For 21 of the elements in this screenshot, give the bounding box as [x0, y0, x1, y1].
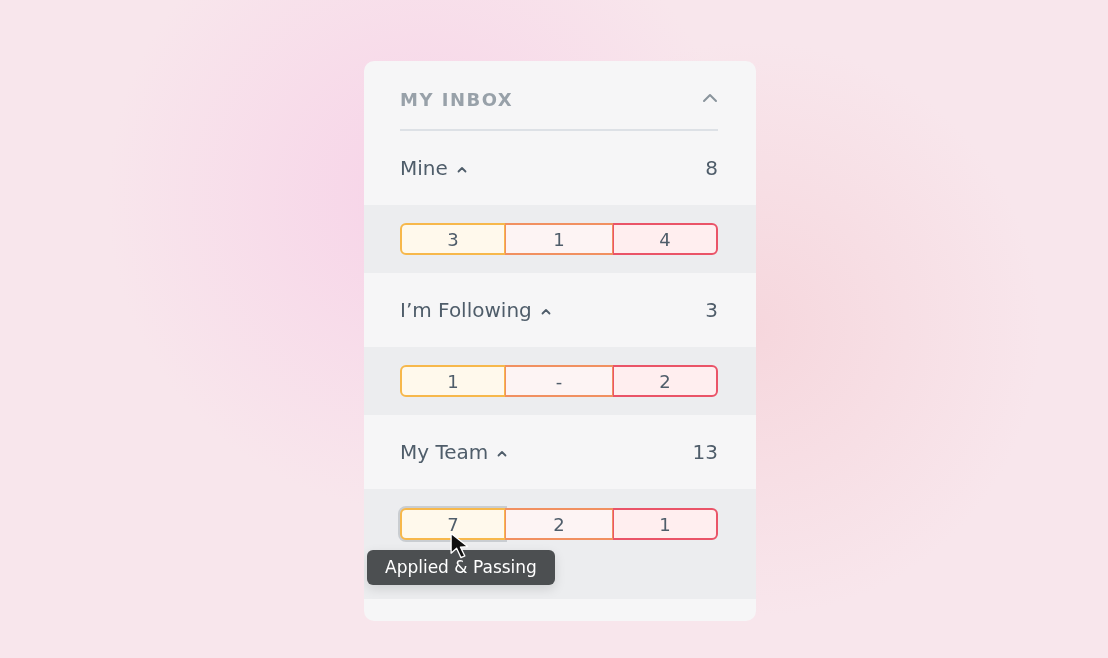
chevron-icon[interactable] [456, 165, 467, 173]
status-segment[interactable]: 1 [613, 508, 718, 540]
status-segment[interactable]: 2 [613, 365, 718, 397]
chevron-icon[interactable] [702, 93, 718, 103]
status-segment[interactable]: 1 [505, 223, 613, 255]
status-segment[interactable]: 7 [400, 508, 505, 540]
status-segment[interactable]: 3 [400, 223, 505, 255]
chevron-icon[interactable] [497, 449, 508, 457]
status-segment[interactable]: 4 [613, 223, 718, 255]
section-count: 3 [705, 298, 718, 322]
panel-title: MY INBOX [400, 87, 514, 110]
section-toggle[interactable]: My Team [400, 440, 489, 464]
section-count: 13 [692, 440, 718, 464]
status-segment[interactable]: 1 [400, 365, 505, 397]
chevron-icon[interactable] [540, 307, 551, 315]
tooltip: Applied & Passing [367, 550, 555, 585]
section-toggle[interactable]: Mine [400, 156, 448, 180]
status-segment[interactable]: 2 [505, 508, 613, 540]
section-toggle[interactable]: I’m Following [400, 298, 532, 322]
status-segment[interactable]: - [505, 365, 613, 397]
section-count: 8 [705, 156, 718, 180]
